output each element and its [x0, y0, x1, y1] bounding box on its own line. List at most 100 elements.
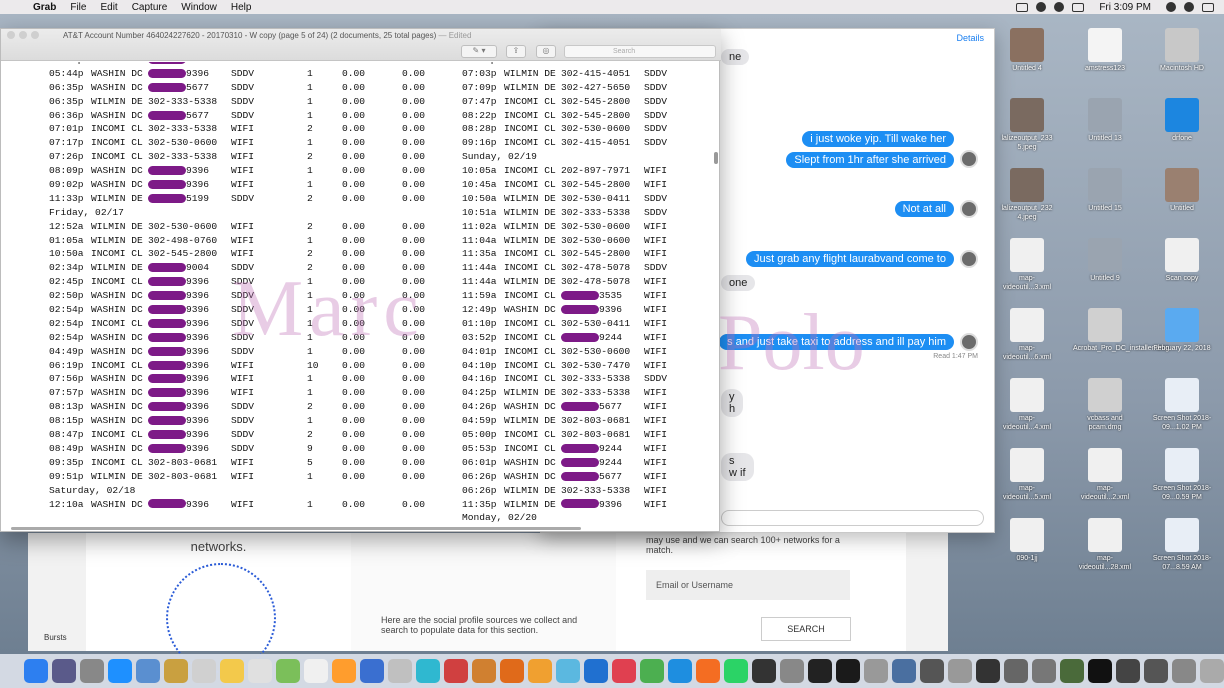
desktop-file-icon[interactable]: map-videoutil...3.xml — [995, 238, 1059, 292]
minimize-button[interactable] — [19, 31, 27, 39]
dock-app-icon[interactable] — [24, 659, 48, 683]
desktop-file-icon[interactable]: vcbass and pcam.dmg — [1073, 378, 1137, 432]
vertical-scrollbar[interactable] — [713, 62, 719, 527]
markup-button[interactable]: ✎ ▾ — [461, 45, 497, 58]
dock-app-icon[interactable] — [220, 659, 244, 683]
dock-app-icon[interactable] — [528, 659, 552, 683]
dock-app-icon[interactable] — [416, 659, 440, 683]
message-input[interactable] — [721, 510, 984, 526]
dock-app-icon[interactable] — [304, 659, 328, 683]
menu-app-name[interactable]: Grab — [26, 2, 63, 13]
dock-app-icon[interactable] — [1144, 659, 1168, 683]
desktop-file-icon[interactable]: map-videoutil...28.xml — [1073, 518, 1137, 572]
menu-help[interactable]: Help — [224, 2, 259, 13]
zoom-button[interactable] — [31, 31, 39, 39]
desktop-file-icon[interactable]: Untitled 15 — [1073, 168, 1137, 213]
dock-app-icon[interactable] — [360, 659, 384, 683]
dock-app-icon[interactable] — [640, 659, 664, 683]
wifi-icon[interactable] — [1036, 2, 1047, 12]
dock-app-icon[interactable] — [1088, 659, 1112, 683]
dock-app-icon[interactable] — [332, 659, 356, 683]
dock-app-icon[interactable] — [164, 659, 188, 683]
dock-app-icon[interactable] — [808, 659, 832, 683]
dock-app-icon[interactable] — [248, 659, 272, 683]
dock-app-icon[interactable] — [136, 659, 160, 683]
volume-icon[interactable] — [1054, 2, 1065, 12]
desktop-file-icon[interactable]: map-videoutil...4.xml — [995, 378, 1059, 432]
desktop-file-icon[interactable]: Untitled 4 — [995, 28, 1059, 73]
menu-capture[interactable]: Capture — [125, 2, 175, 13]
dock-app-icon[interactable] — [612, 659, 636, 683]
dock-app-icon[interactable] — [584, 659, 608, 683]
dock-app-icon[interactable] — [668, 659, 692, 683]
dock-app-icon[interactable] — [948, 659, 972, 683]
dock-app-icon[interactable] — [864, 659, 888, 683]
desktop-file-icon[interactable]: February 22, 2018 — [1150, 308, 1214, 353]
dock-app-icon[interactable] — [976, 659, 1000, 683]
dock-app-icon[interactable] — [472, 659, 496, 683]
dock-app-icon[interactable] — [556, 659, 580, 683]
desktop-file-icon[interactable]: Scan copy — [1150, 238, 1214, 283]
desktop-file-icon[interactable]: 090-1jj — [995, 518, 1059, 563]
desktop-file-icon[interactable]: map-videoutil...5.xml — [995, 448, 1059, 502]
sidebar-item-bursts[interactable]: Bursts — [44, 633, 67, 642]
desktop-file-icon[interactable]: Untitled 9 — [1073, 238, 1137, 283]
share-icon[interactable]: ⇪ — [506, 45, 526, 58]
file-thumbnail-icon — [1165, 308, 1199, 342]
dock-app-icon[interactable] — [1172, 659, 1196, 683]
desktop-file-icon[interactable]: Untitled 13 — [1073, 98, 1137, 143]
dock-app-icon[interactable] — [276, 659, 300, 683]
desktop-file-icon[interactable]: Screen Shot 2018-09...0.59 PM — [1150, 448, 1214, 502]
battery-icon[interactable] — [1072, 2, 1085, 12]
dock-app-icon[interactable] — [1004, 659, 1028, 683]
dock-app-icon[interactable] — [1060, 659, 1084, 683]
dock-app-icon[interactable] — [780, 659, 804, 683]
desktop-file-icon[interactable]: map-videoutil...6.xml — [995, 308, 1059, 362]
dock-app-icon[interactable] — [920, 659, 944, 683]
email-username-input[interactable]: Email or Username — [646, 570, 850, 600]
desktop-file-icon[interactable]: lalizeoutput_232 4.jpeg — [995, 168, 1059, 222]
dock-app-icon[interactable] — [752, 659, 776, 683]
close-button[interactable] — [7, 31, 15, 39]
menu-clock[interactable]: Fri 3:09 PM — [1092, 2, 1158, 13]
dock-app-icon[interactable] — [108, 659, 132, 683]
details-link[interactable]: Details — [956, 33, 984, 43]
desktop-file-icon[interactable]: Screen Shot 2018-07...8.59 AM — [1150, 518, 1214, 572]
dock-app-icon[interactable] — [1116, 659, 1140, 683]
dock-app-icon[interactable] — [52, 659, 76, 683]
search-button[interactable]: SEARCH — [761, 617, 851, 641]
dock-app-icon[interactable] — [836, 659, 860, 683]
airplay-icon[interactable] — [1016, 2, 1029, 12]
dock-app-icon[interactable] — [1200, 659, 1224, 683]
dock-app-icon[interactable] — [192, 659, 216, 683]
desktop-file-icon[interactable]: map-videoutil...2.xml — [1073, 448, 1137, 502]
dock-app-icon[interactable] — [80, 659, 104, 683]
horizontal-scrollbar[interactable] — [11, 526, 711, 531]
call-record: 11:44a WILMIN DE 302-478-5078 WIFI — [462, 275, 712, 289]
search-field[interactable]: Search — [564, 45, 716, 58]
call-type: WIFI — [644, 276, 668, 288]
desktop-file-icon[interactable]: lalizeoutput_233 5.jpeg — [995, 98, 1059, 152]
desktop-file-icon[interactable]: Acrobat_Pro_DC_installer.dmg — [1073, 308, 1169, 353]
dock-app-icon[interactable] — [1032, 659, 1056, 683]
dock-app-icon[interactable] — [500, 659, 524, 683]
dock-app-icon[interactable] — [388, 659, 412, 683]
spotlight-icon[interactable] — [1166, 2, 1176, 12]
notification-center-icon[interactable] — [1202, 2, 1214, 12]
dock-app-icon[interactable] — [892, 659, 916, 683]
call-minutes: 1 — [307, 67, 313, 79]
desktop-file-icon[interactable]: Screen Shot 2018-09...1.02 PM — [1150, 378, 1214, 432]
dock-app-icon[interactable] — [444, 659, 468, 683]
annotate-icon[interactable]: ◎ — [536, 45, 556, 58]
menu-file[interactable]: File — [63, 2, 93, 13]
dock-app-icon[interactable] — [696, 659, 720, 683]
siri-icon[interactable] — [1184, 2, 1194, 12]
desktop-file-icon[interactable]: drfone — [1150, 98, 1214, 143]
desktop-file-icon[interactable]: amstress123 — [1073, 28, 1137, 73]
desktop-file-icon[interactable]: Untitled — [1150, 168, 1214, 213]
menu-window[interactable]: Window — [174, 2, 224, 13]
menu-edit[interactable]: Edit — [93, 2, 124, 13]
dock-app-icon[interactable] — [724, 659, 748, 683]
call-extra: 0.00 — [402, 345, 426, 357]
desktop-file-icon[interactable]: Macintosh HD — [1150, 28, 1214, 73]
